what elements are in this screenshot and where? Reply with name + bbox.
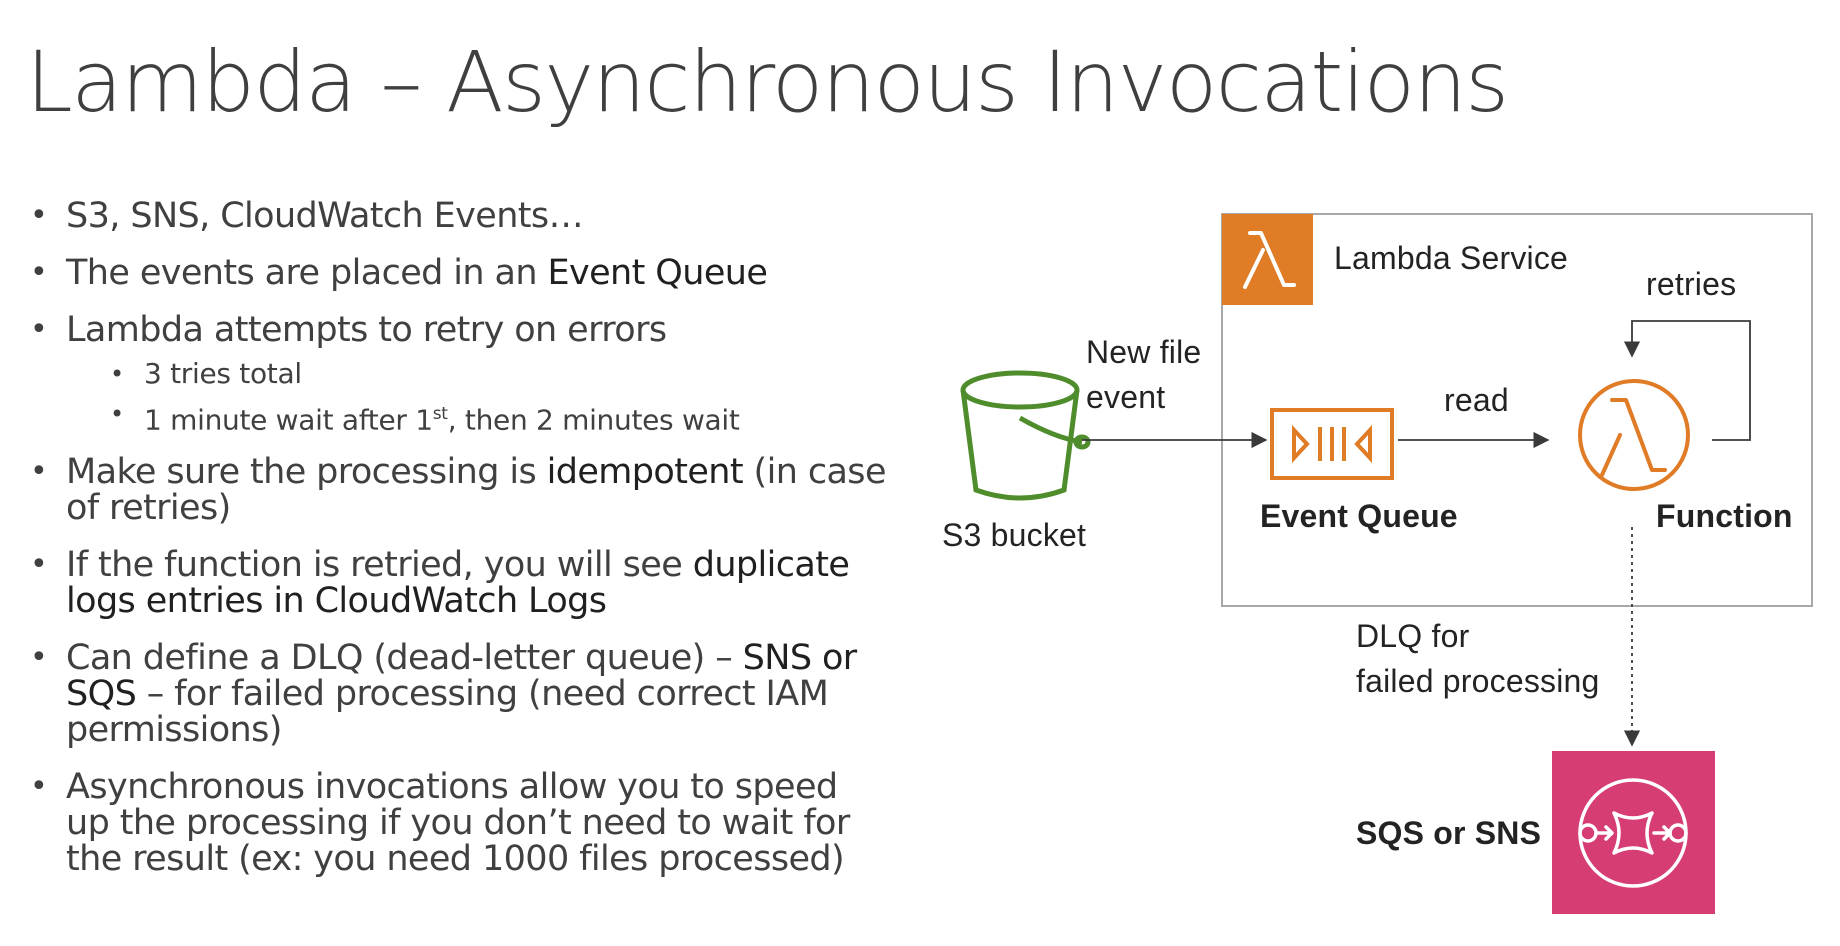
retries-label: retries: [1646, 266, 1737, 302]
sqs-sns-label: SQS or SNS: [1356, 815, 1542, 851]
function-label: Function: [1656, 498, 1793, 534]
lambda-service-icon: [1222, 214, 1313, 305]
lambda-function-icon: [1578, 379, 1690, 491]
s3-bucket-icon: [960, 370, 1091, 501]
s3-bucket-label: S3 bucket: [942, 517, 1087, 553]
read-label: read: [1444, 382, 1509, 418]
dlq-label-line1: DLQ for: [1356, 618, 1470, 654]
lambda-service-label: Lambda Service: [1334, 240, 1569, 276]
sqs-sns-icon: [1552, 751, 1715, 914]
new-file-event-label-line1: New file: [1086, 334, 1202, 370]
dlq-label-line2: failed processing: [1356, 663, 1600, 699]
event-queue-label: Event Queue: [1260, 498, 1458, 534]
event-queue-icon: [1270, 408, 1394, 480]
architecture-diagram: [960, 213, 1813, 914]
new-file-event-label-line2: event: [1086, 379, 1166, 415]
retries-loop-arrow: [1623, 320, 1751, 441]
